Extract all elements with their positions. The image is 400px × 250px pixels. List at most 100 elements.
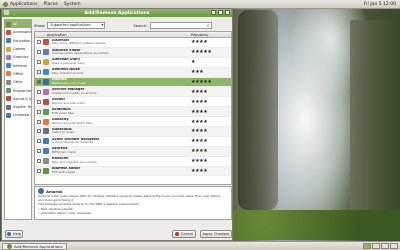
- show-select[interactable]: Supported applications: [47, 21, 106, 29]
- taskbar-window-button[interactable]: Add/Remove Applications: [2, 242, 68, 250]
- install-checkbox[interactable]: [37, 80, 41, 84]
- app-row[interactable]: Alacarte Editor Change which applications…: [35, 47, 231, 58]
- popularity-stars: ★★★★★: [191, 79, 212, 85]
- app-row[interactable]: Archive Manager Create and modify an arch…: [35, 87, 231, 98]
- help-button[interactable]: Help: [5, 230, 23, 238]
- app-description: Rediscover your music: [52, 81, 86, 85]
- install-checkbox[interactable]: [37, 89, 41, 94]
- category-item[interactable]: Accessories: [5, 28, 31, 36]
- search-input[interactable]: ✕: [149, 21, 212, 29]
- install-checkbox[interactable]: [37, 109, 41, 114]
- app-row[interactable]: Avant Window Navigator A dock-like bar fo…: [35, 137, 231, 147]
- app-description: Edit video files: [52, 110, 75, 115]
- app-icon: [43, 118, 49, 125]
- column-popularity[interactable]: Popularity: [191, 33, 231, 37]
- bottom-taskbar: Add/Remove Applications: [0, 241, 400, 250]
- popularity-stars: ★★★★: [191, 88, 208, 95]
- app-icon: [43, 39, 49, 46]
- minimize-icon[interactable]: [211, 10, 216, 15]
- cancel-icon: [174, 232, 179, 236]
- install-checkbox[interactable]: [37, 129, 41, 134]
- install-checkbox[interactable]: [37, 70, 41, 75]
- app-icon: [43, 98, 49, 105]
- column-application[interactable]: Application: [35, 33, 191, 37]
- install-checkbox[interactable]: [37, 159, 41, 164]
- category-label: Accessories: [13, 30, 31, 35]
- category-item[interactable]: Graphics: [5, 53, 31, 61]
- popularity-stars: ★★★★: [191, 39, 208, 46]
- app-row[interactable]: Ardour Record and edit audio ★★★★: [35, 97, 231, 108]
- install-checkbox[interactable]: [37, 99, 41, 104]
- app-row[interactable]: Amarok Rediscover your music ★★★★★: [35, 77, 231, 88]
- category-item[interactable]: Education: [5, 37, 31, 45]
- category-label: Office: [13, 71, 24, 76]
- app-icon: [43, 59, 49, 66]
- apply-changes-button[interactable]: Apply Changes: [200, 230, 232, 238]
- window-title: Add/Remove Applications: [84, 10, 150, 16]
- description-pane: Amarok Amarok is the music player with a…: [34, 186, 232, 220]
- category-item[interactable]: Programming: [5, 86, 31, 94]
- app-row[interactable]: Avidemux Edit video files ★★★★: [35, 107, 231, 118]
- clear-search-icon[interactable]: ✕: [206, 23, 209, 28]
- app-row[interactable]: Audacity Record and edit audio files ★★★★: [35, 117, 231, 128]
- clock[interactable]: Fri Jan 5 12:00: [360, 2, 400, 7]
- popularity-stars: ★★★★: [191, 138, 208, 145]
- category-label: System Tools: [13, 105, 31, 110]
- category-icon: [6, 88, 11, 94]
- maximize-icon[interactable]: [218, 10, 223, 15]
- category-icon: [6, 71, 11, 77]
- app-row[interactable]: Almanah Diary Keep a personal diary ★: [35, 58, 231, 68]
- category-item[interactable]: Office: [5, 70, 31, 78]
- category-item[interactable]: Other: [5, 78, 31, 86]
- app-row[interactable]: Banshee Play and organize your media ★★★★: [35, 157, 231, 167]
- app-description: Play ambient sounds: [52, 71, 84, 76]
- filter-bar: Show: Supported applications Search: ✕: [34, 21, 232, 29]
- app-row[interactable]: Audacious Listen to music ★★★★: [35, 127, 231, 137]
- category-label: Games: [13, 47, 26, 52]
- app-description: Edit web pages: [52, 170, 75, 175]
- popularity-stars: ★★★: [191, 69, 204, 76]
- category-icon: [6, 63, 11, 69]
- app-icon: [43, 49, 49, 56]
- category-item[interactable]: All: [5, 20, 31, 29]
- app-row[interactable]: AisleRiot Play many different solitaire g…: [35, 38, 231, 48]
- app-description: Listen to music: [52, 130, 75, 135]
- description-text: Amarok is the music player with an intui…: [38, 194, 223, 202]
- category-item[interactable]: Sound & Video: [5, 95, 31, 103]
- install-checkbox[interactable]: [37, 40, 41, 45]
- app-icon: [43, 69, 49, 76]
- popularity-stars: ★★★★: [191, 148, 208, 155]
- category-item[interactable]: Games: [5, 45, 31, 53]
- install-checkbox[interactable]: [37, 149, 41, 154]
- app-icon: [43, 108, 49, 115]
- window-titlebar[interactable]: Add/Remove Applications: [2, 9, 232, 17]
- category-icon: [6, 21, 11, 27]
- app-description: A dock-like bar for windows: [52, 140, 94, 145]
- category-item[interactable]: Internet: [5, 61, 31, 69]
- category-item[interactable]: Universal Access: [5, 111, 31, 119]
- workspace-switcher: [363, 243, 398, 249]
- install-checkbox[interactable]: [37, 119, 41, 124]
- close-icon[interactable]: [225, 10, 230, 15]
- app-row[interactable]: Azureus BitTorrent client ★★★★: [35, 146, 231, 157]
- app-description: Record and edit audio files: [52, 120, 93, 125]
- category-icon: [6, 112, 11, 118]
- popularity-stars: ★★★★★: [191, 49, 212, 56]
- category-item[interactable]: System Tools: [5, 103, 31, 111]
- app-row[interactable]: Bluefish Editor Edit web pages ★★★★: [35, 166, 231, 177]
- workspace-4[interactable]: [390, 243, 398, 249]
- install-checkbox[interactable]: [37, 139, 41, 144]
- category-label: Universal Access: [13, 113, 31, 118]
- workspace-2[interactable]: [372, 243, 380, 249]
- app-icon: [43, 128, 49, 135]
- popularity-stars: ★★★★: [191, 118, 208, 125]
- workspace-3[interactable]: [381, 243, 389, 249]
- app-row[interactable]: Ambient Noise Play ambient sounds ★★★: [35, 67, 231, 78]
- cancel-button[interactable]: Cancel: [172, 230, 196, 238]
- distro-logo-icon: [3, 1, 8, 7]
- install-checkbox[interactable]: [37, 169, 41, 174]
- popularity-stars: ★★★★: [191, 98, 208, 105]
- install-checkbox[interactable]: [37, 50, 41, 55]
- workspace-1[interactable]: [363, 243, 371, 249]
- install-checkbox[interactable]: [37, 60, 41, 65]
